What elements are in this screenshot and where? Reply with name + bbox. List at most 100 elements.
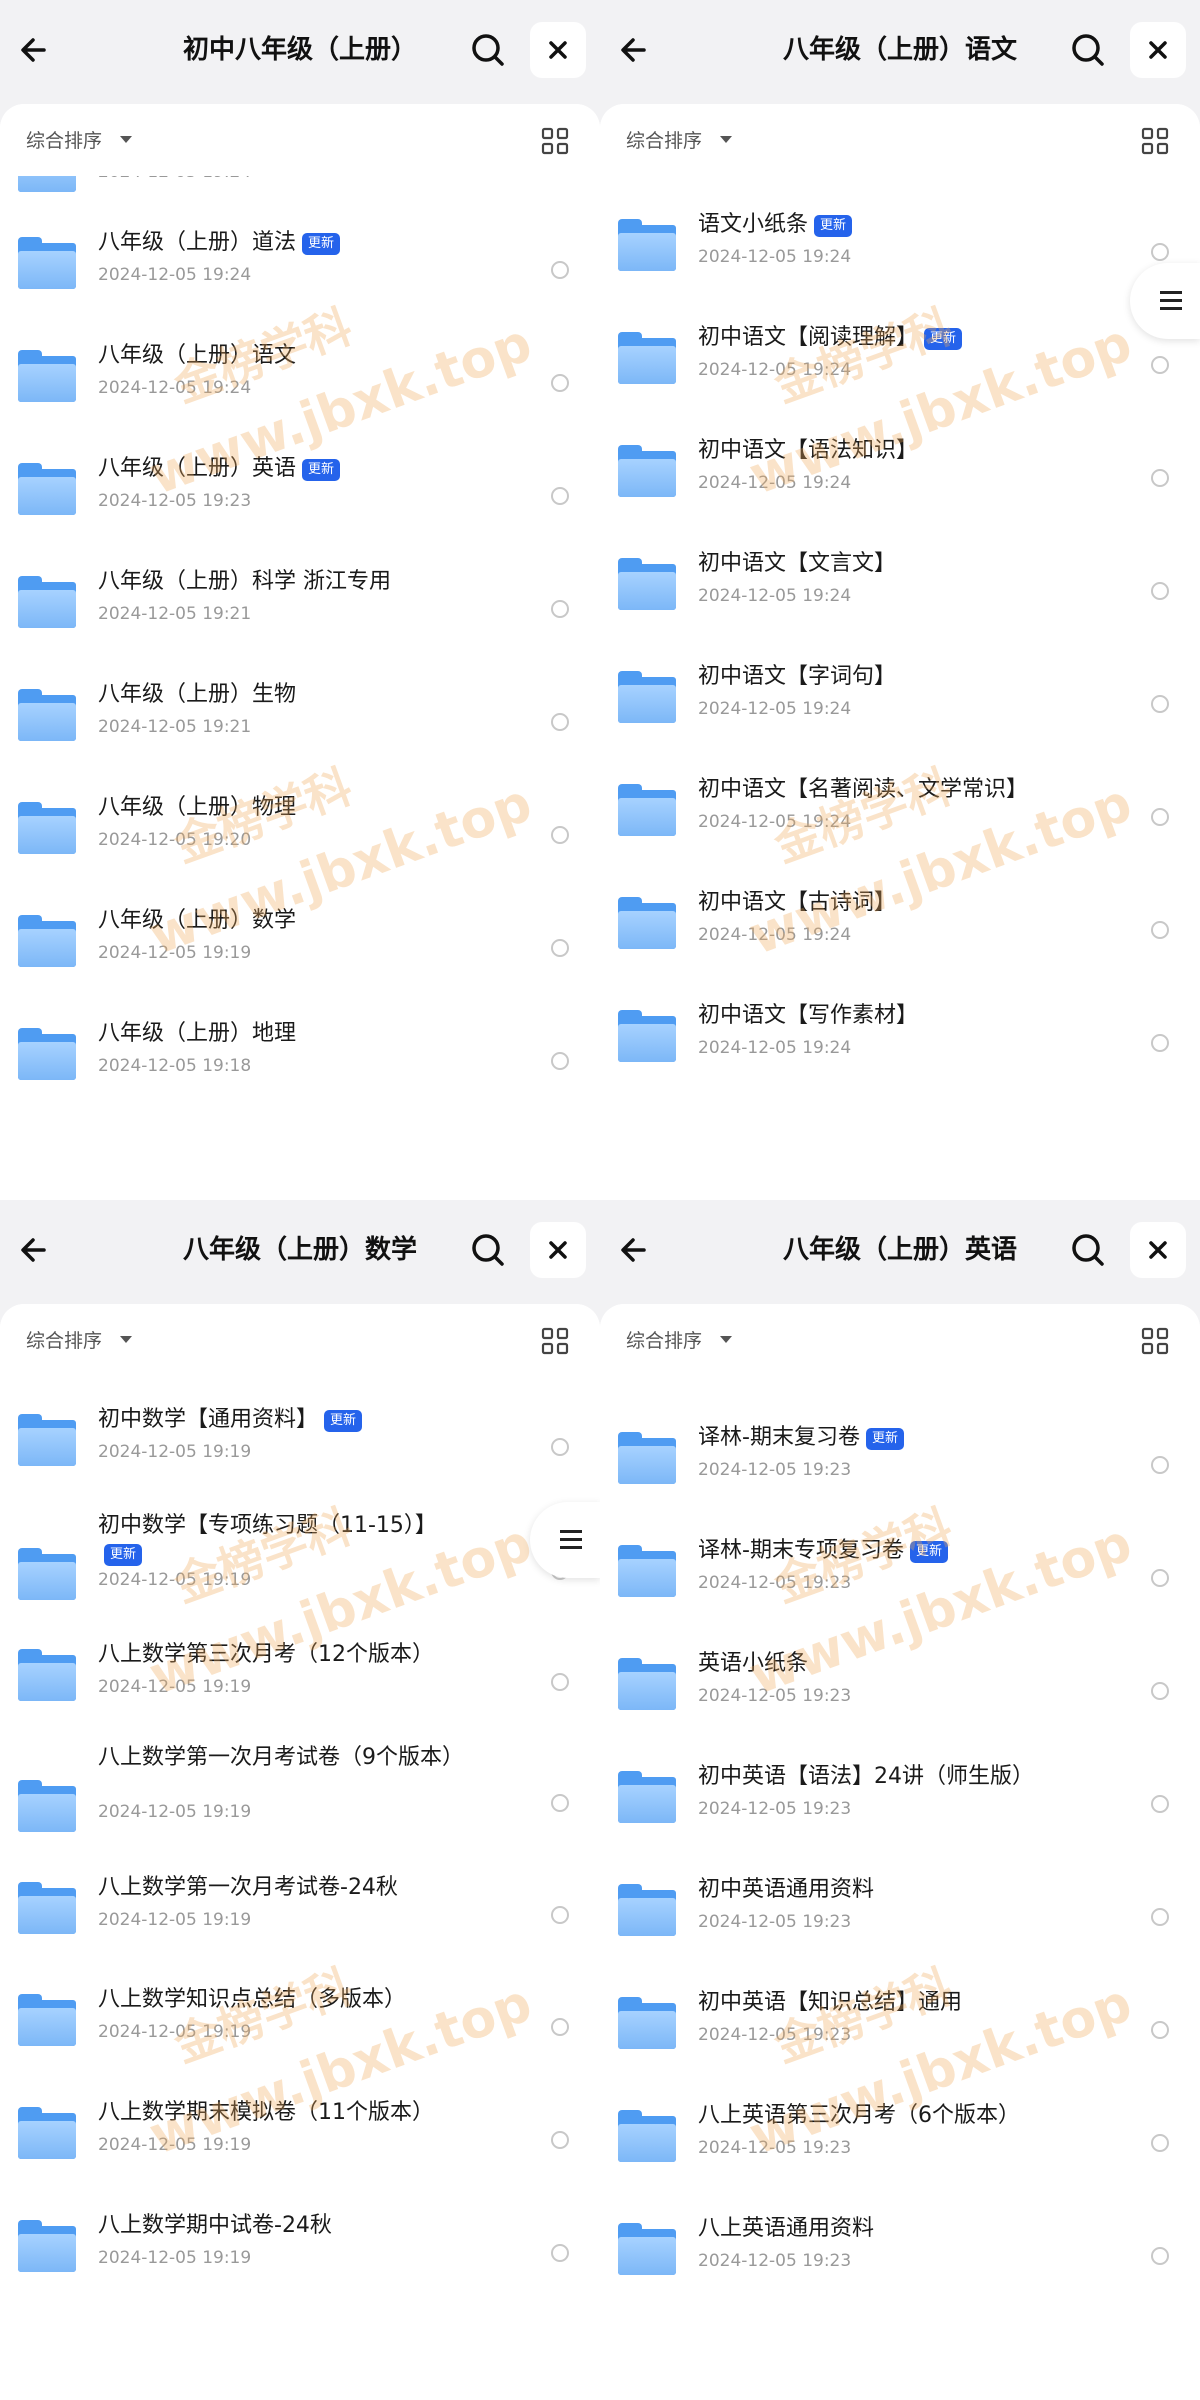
folder-row[interactable]: 初中语文【名著阅读、文学常识】 2024-12-05 19:24	[600, 750, 1200, 862]
modified-date: 2024-12-05 19:19	[98, 943, 252, 963]
folder-row[interactable]: 八上数学期末模拟卷（11个版本） 2024-12-05 19:19	[0, 2073, 600, 2185]
folder-row[interactable]: 八年级（上册）科学 浙江专用 2024-12-05 19:21	[0, 542, 600, 654]
close-icon[interactable]	[530, 1222, 586, 1278]
select-radio[interactable]	[1151, 1034, 1169, 1052]
folder-row[interactable]: 初中英语通用资料 2024-12-05 19:23	[600, 1850, 1200, 1962]
select-radio[interactable]	[1151, 1682, 1169, 1700]
select-radio[interactable]	[551, 2018, 569, 2036]
select-radio[interactable]	[551, 2244, 569, 2262]
select-radio[interactable]	[551, 2131, 569, 2149]
folder-name: 八上英语第三次月考（6个版本）	[698, 2102, 1078, 2130]
select-radio[interactable]	[551, 487, 569, 505]
select-radio[interactable]	[1151, 1456, 1169, 1474]
select-radio[interactable]	[1151, 808, 1169, 826]
modified-date: 2024-12-05 19:23	[698, 1460, 852, 1480]
modified-date: 2024-12-05 19:19	[98, 2248, 252, 2268]
folder-icon	[18, 463, 76, 515]
folder-row[interactable]: 初中语文【文言文】 2024-12-05 19:24	[600, 524, 1200, 636]
select-radio[interactable]	[1151, 1908, 1169, 1926]
folder-row[interactable]: 译林-期末复习卷 更新 2024-12-05 19:23	[600, 1398, 1200, 1510]
sort-dropdown[interactable]: 综合排序	[626, 126, 702, 153]
folder-row[interactable]: 语文小纸条更新 2024-12-05 19:24	[600, 185, 1200, 297]
arrow-left-icon[interactable]	[14, 1228, 58, 1272]
select-radio[interactable]	[1151, 469, 1169, 487]
folder-name: 八年级（上册）数学	[98, 907, 478, 935]
folder-name: 八上英语通用资料	[698, 2215, 1078, 2243]
sort-bar: 综合排序	[600, 1304, 1200, 1376]
page-title: 八年级（上册）英语	[782, 1235, 1017, 1265]
modified-date: 2024-12-05 19:19	[98, 2022, 252, 2042]
grid-view-icon[interactable]	[540, 126, 570, 156]
select-radio[interactable]	[1151, 695, 1169, 713]
folder-row[interactable]: 八上数学第一次月考试卷（9个版本） 2024-12-05 19:19	[0, 1730, 600, 1842]
select-radio[interactable]	[1151, 356, 1169, 374]
select-radio[interactable]	[551, 713, 569, 731]
select-radio[interactable]	[1151, 1569, 1169, 1587]
grid-view-icon[interactable]	[540, 1326, 570, 1356]
folder-row[interactable]: 初中数学【通用资料】 更新 2024-12-05 19:19	[0, 1380, 600, 1492]
select-radio[interactable]	[1151, 2247, 1169, 2265]
folder-row[interactable]: 八年级（上册）道法 更新 2024-12-05 19:24	[0, 203, 600, 315]
folder-row[interactable]: 八上数学知识点总结（多版本） 2024-12-05 19:19	[0, 1960, 600, 2072]
folder-row[interactable]: 英语小纸条 2024-12-05 19:23	[600, 1624, 1200, 1736]
select-radio[interactable]	[1151, 582, 1169, 600]
select-radio[interactable]	[551, 1673, 569, 1691]
search-icon[interactable]	[466, 1228, 510, 1272]
folder-row[interactable]: 初中数学【专项练习题（11-15）】更新 2024-12-05 19:19	[0, 1498, 600, 1610]
folder-row[interactable]: 八年级（上册）生物 2024-12-05 19:21	[0, 655, 600, 767]
select-radio[interactable]	[551, 1794, 569, 1812]
folder-row[interactable]: 八上数学第三次月考（12个版本） 2024-12-05 19:19	[0, 1615, 600, 1727]
select-radio[interactable]	[551, 1438, 569, 1456]
search-icon[interactable]	[1066, 1228, 1110, 1272]
close-icon[interactable]	[1130, 1222, 1186, 1278]
select-radio[interactable]	[1151, 921, 1169, 939]
select-radio[interactable]	[1151, 243, 1169, 261]
arrow-left-icon[interactable]	[614, 1228, 658, 1272]
folder-row[interactable]: 译林-期末专项复习卷 更新 2024-12-05 19:23	[600, 1511, 1200, 1623]
select-radio[interactable]	[1151, 2021, 1169, 2039]
folder-row[interactable]: 初中英语【知识总结】通用 2024-12-05 19:23	[600, 1963, 1200, 2075]
search-icon[interactable]	[466, 28, 510, 72]
folder-row[interactable]: 八年级（上册）物理 2024-12-05 19:20	[0, 768, 600, 880]
folder-row[interactable]: 八年级（上册）数学 2024-12-05 19:19	[0, 881, 600, 993]
folder-row[interactable]: 八上数学期中试卷-24秋 2024-12-05 19:19	[0, 2186, 600, 2298]
sort-dropdown[interactable]: 综合排序	[26, 1326, 102, 1353]
update-badge: 更新	[865, 1428, 904, 1450]
grid-view-icon[interactable]	[1140, 126, 1170, 156]
folder-row[interactable]: 八上英语通用资料 2024-12-05 19:23	[600, 2189, 1200, 2301]
select-radio[interactable]	[551, 939, 569, 957]
folder-name: 初中数学【通用资料】 更新	[98, 1406, 478, 1434]
sort-dropdown[interactable]: 综合排序	[626, 1326, 702, 1353]
folder-row[interactable]: 八上英语第三次月考（6个版本） 2024-12-05 19:23	[600, 2076, 1200, 2188]
grid-view-icon[interactable]	[1140, 1326, 1170, 1356]
arrow-left-icon[interactable]	[614, 28, 658, 72]
select-radio[interactable]	[1151, 2134, 1169, 2152]
arrow-left-icon[interactable]	[14, 28, 58, 72]
menu-icon[interactable]	[530, 1502, 600, 1578]
folder-row[interactable]: 初中语文【字词句】 2024-12-05 19:24	[600, 637, 1200, 749]
menu-icon[interactable]	[1130, 263, 1200, 339]
search-icon[interactable]	[1066, 28, 1110, 72]
folder-row[interactable]: 八年级（上册）英语 更新 2024-12-05 19:23	[0, 429, 600, 541]
folder-row[interactable]: 初中语文【写作素材】 2024-12-05 19:24	[600, 976, 1200, 1088]
select-radio[interactable]	[551, 374, 569, 392]
folder-row[interactable]: 初中语文【语法知识】 2024-12-05 19:24	[600, 411, 1200, 523]
folder-row[interactable]: 八上数学第一次月考试卷-24秋 2024-12-05 19:19	[0, 1848, 600, 1960]
sort-dropdown[interactable]: 综合排序	[26, 126, 102, 153]
select-radio[interactable]	[1151, 1795, 1169, 1813]
update-badge: 更新	[104, 1544, 143, 1566]
folder-row[interactable]: 初中语文【阅读理解】 更新 2024-12-05 19:24	[600, 298, 1200, 410]
select-radio[interactable]	[551, 261, 569, 279]
folder-row[interactable]: 初中英语【语法】24讲（师生版） 2024-12-05 19:23	[600, 1737, 1200, 1849]
folder-icon	[18, 1548, 76, 1600]
select-radio[interactable]	[551, 1052, 569, 1070]
select-radio[interactable]	[551, 600, 569, 618]
caret-down-icon	[120, 136, 132, 143]
close-icon[interactable]	[530, 22, 586, 78]
folder-row[interactable]: 八年级（上册）地理 2024-12-05 19:18	[0, 994, 600, 1106]
folder-row[interactable]: 八年级（上册）语文 2024-12-05 19:24	[0, 316, 600, 428]
close-icon[interactable]	[1130, 22, 1186, 78]
select-radio[interactable]	[551, 1906, 569, 1924]
select-radio[interactable]	[551, 826, 569, 844]
folder-row[interactable]: 初中语文【古诗词】 2024-12-05 19:24	[600, 863, 1200, 975]
